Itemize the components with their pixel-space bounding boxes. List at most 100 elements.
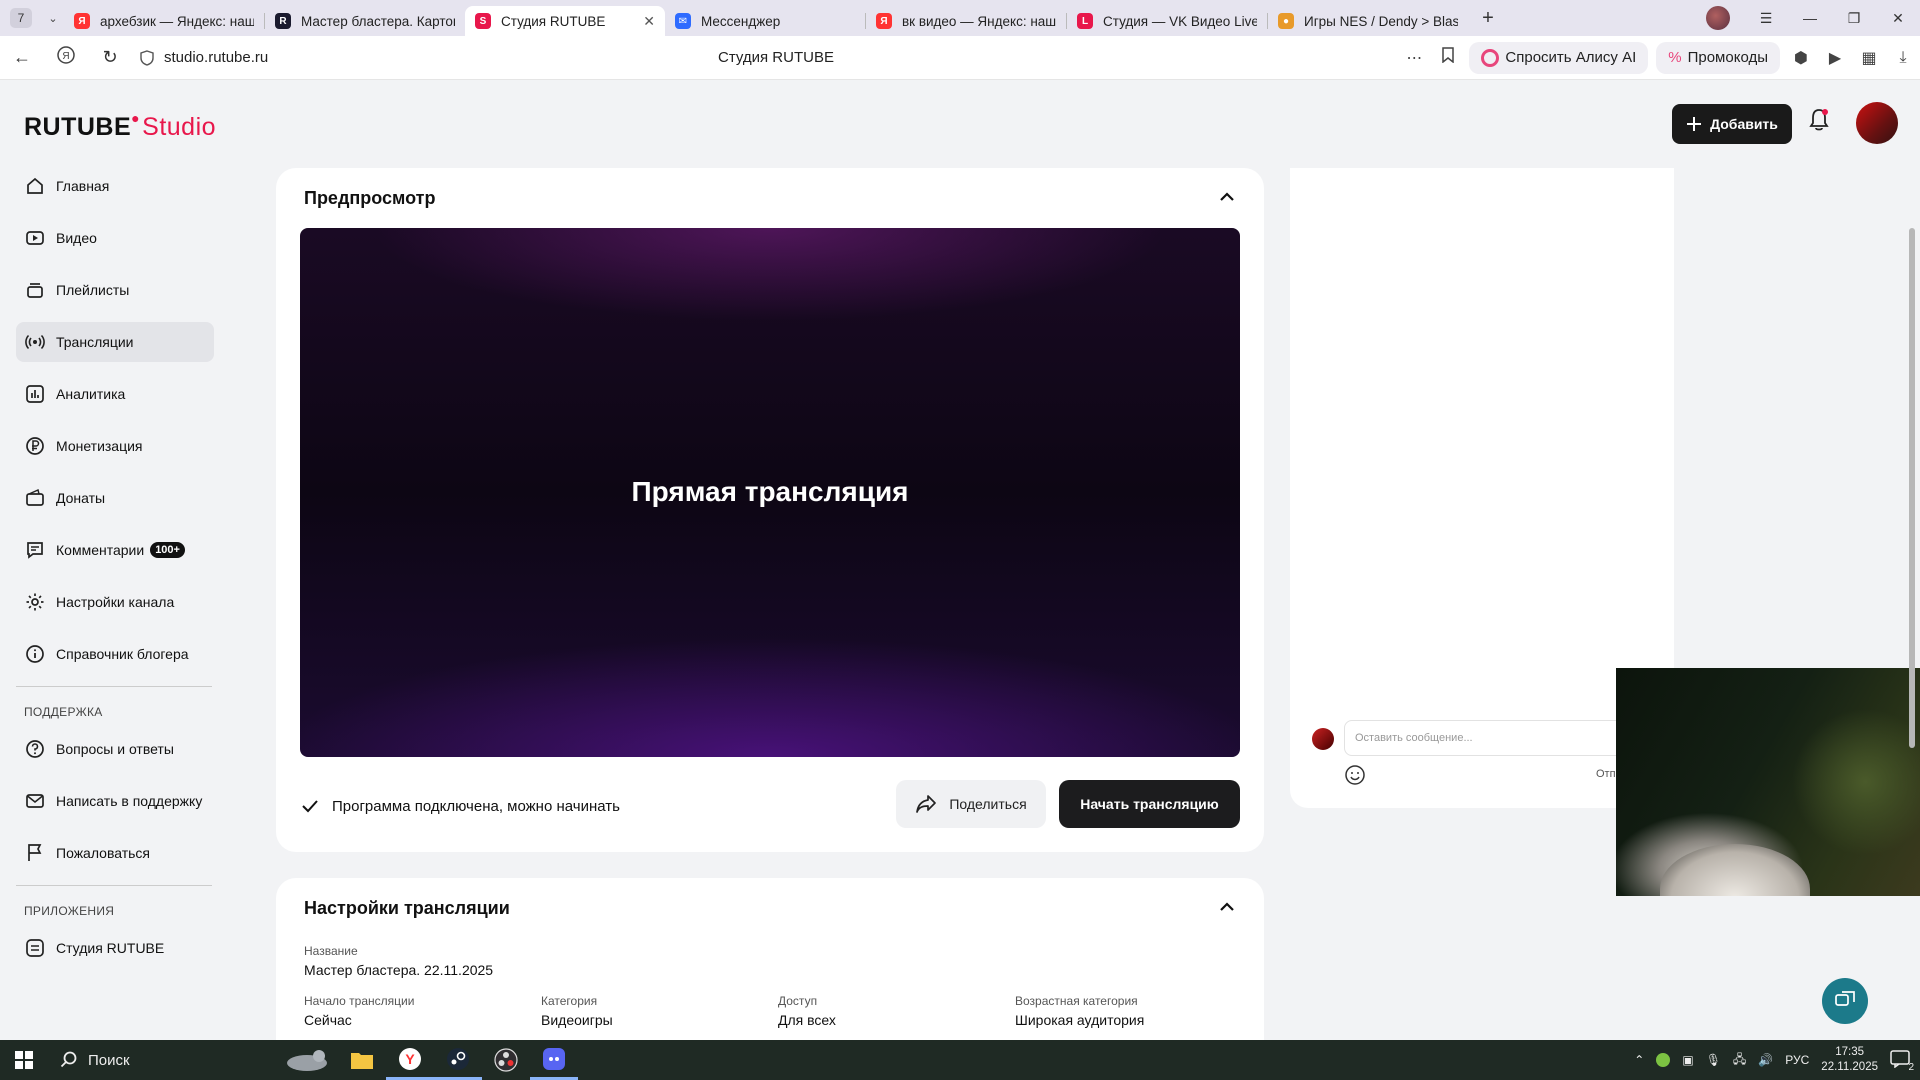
sidebar-item-broadcasts[interactable]: Трансляции	[16, 322, 214, 362]
sidebar-item-home[interactable]: Главная	[16, 166, 214, 206]
shield-icon	[140, 49, 154, 66]
notifications-bell-icon[interactable]	[1808, 108, 1830, 138]
tabs-dropdown-icon[interactable]: ⌄	[42, 12, 64, 25]
browser-profile-avatar[interactable]	[1706, 6, 1730, 30]
sidebar-item-video[interactable]: Видео	[16, 218, 214, 258]
tray-expand-icon[interactable]: ⌃	[1634, 1053, 1644, 1067]
preview-title: Предпросмотр	[304, 188, 436, 208]
close-window-icon[interactable]: ✕	[1876, 10, 1920, 27]
discord-icon[interactable]	[530, 1040, 578, 1080]
browser-tab[interactable]: Я вк видео — Яндекс: наш	[866, 6, 1066, 36]
sidebar-item-analytics[interactable]: Аналитика	[16, 374, 214, 414]
collapse-chevron-up-icon[interactable]	[1218, 188, 1236, 206]
sidebar-item-report[interactable]: Пожаловаться	[16, 833, 214, 873]
ask-alisa-button[interactable]: Спросить Алису AI	[1469, 41, 1649, 74]
restore-icon[interactable]: ❐	[1832, 10, 1876, 27]
window-controls: ☰ — ❐ ✕	[1706, 0, 1920, 36]
sidebar-item-studio-app[interactable]: Студия RUTUBE	[16, 928, 214, 968]
system-tray: ⌃ ▣ 🎙 🖧 🔊 РУС 17:35 22.11.2025 2	[1634, 1040, 1920, 1080]
send-button[interactable]: Отп	[1596, 768, 1616, 780]
camera-tray-icon[interactable]: ▣	[1682, 1053, 1693, 1067]
yandex-home-icon[interactable]: Я	[44, 46, 88, 69]
close-tab-icon[interactable]: ✕	[643, 13, 655, 30]
sidebar-item-channel-settings[interactable]: Настройки канала	[16, 582, 214, 622]
svg-text:Y: Y	[405, 1051, 415, 1067]
sidebar-item-comments[interactable]: Комментарии 100+	[16, 530, 214, 570]
more-options-icon[interactable]: ⋯	[1397, 48, 1431, 68]
webcam-overlay	[1616, 668, 1920, 896]
taskbar-search[interactable]: Поиск	[48, 1040, 268, 1080]
collapse-chevron-up-icon[interactable]	[1218, 898, 1236, 916]
browser-tab[interactable]: Я архебзик — Яндекс: наш	[64, 6, 264, 36]
tray-app-icon[interactable]	[1656, 1053, 1671, 1067]
media-play-icon[interactable]: ▶	[1818, 48, 1852, 68]
share-label: Поделиться	[949, 796, 1027, 812]
access-value[interactable]: Для всех	[778, 1012, 836, 1028]
start-broadcast-button[interactable]: Начать трансляцию	[1059, 780, 1240, 828]
tab-count-button[interactable]: 7	[10, 8, 32, 28]
sidebar-item-contact-support[interactable]: Написать в поддержку	[16, 781, 214, 821]
sidebar-item-playlists[interactable]: Плейлисты	[16, 270, 214, 310]
browser-tab[interactable]: R Мастер бластера. Картон	[265, 6, 465, 36]
url-field[interactable]: studio.rutube.ru	[140, 49, 268, 66]
name-field-label: Название	[304, 944, 358, 958]
windows-start-icon[interactable]	[0, 1050, 48, 1070]
sidebar-item-monetization[interactable]: Монетизация	[16, 426, 214, 466]
user-avatar[interactable]	[1856, 102, 1898, 144]
age-rating-value[interactable]: Широкая аудитория	[1015, 1012, 1144, 1028]
language-indicator[interactable]: РУС	[1785, 1053, 1809, 1067]
promo-label: Промокоды	[1687, 49, 1768, 66]
share-icon	[916, 795, 937, 813]
taskbar-widget-icon[interactable]	[268, 1040, 338, 1080]
menu-icon[interactable]: ☰	[1744, 10, 1788, 27]
steam-icon[interactable]	[434, 1040, 482, 1080]
promocodes-button[interactable]: % Промокоды	[1656, 41, 1780, 74]
yandex-browser-icon[interactable]: Y	[386, 1040, 434, 1080]
tab-title: архебзик — Яндекс: наш	[100, 13, 254, 29]
obs-icon[interactable]	[482, 1040, 530, 1080]
category-value[interactable]: Видеоигры	[541, 1012, 613, 1028]
volume-icon[interactable]: 🔊	[1758, 1053, 1773, 1067]
clock-time: 17:35	[1835, 1046, 1865, 1058]
sidebar-item-label: Написать в поддержку	[56, 793, 203, 809]
tab-title: Студия — VK Видео Live	[1103, 13, 1257, 29]
collections-icon[interactable]: ▦	[1852, 48, 1886, 68]
flag-icon	[24, 842, 46, 864]
minimize-icon[interactable]: —	[1788, 10, 1832, 26]
file-explorer-icon[interactable]	[338, 1040, 386, 1080]
new-tab-button[interactable]: +	[1474, 7, 1502, 30]
game-favicon-icon: ●	[1278, 13, 1294, 29]
chat-bubbles-icon	[1835, 991, 1855, 1006]
sidebar-item-faq[interactable]: Вопросы и ответы	[16, 729, 214, 769]
clock[interactable]: 17:35 22.11.2025	[1821, 1045, 1878, 1075]
network-icon[interactable]: 🖧	[1733, 1050, 1746, 1071]
extension-icon[interactable]: ⬢	[1784, 48, 1818, 68]
svg-text:Я: Я	[62, 51, 69, 62]
reload-icon[interactable]: ↻	[88, 47, 132, 68]
emoji-icon[interactable]	[1344, 764, 1366, 786]
page-scrollbar[interactable]	[1908, 168, 1916, 1038]
back-icon[interactable]: ←	[0, 47, 44, 68]
notifications-icon[interactable]: 2	[1890, 1049, 1914, 1073]
browser-tab[interactable]: ● Игры NES / Dendy > Blast	[1268, 6, 1468, 36]
checkmark-icon	[302, 800, 318, 813]
search-icon	[60, 1051, 77, 1068]
browser-tab[interactable]: L Студия — VK Видео Live	[1067, 6, 1267, 36]
search-label: Поиск	[88, 1051, 130, 1069]
page-title-in-bar: Студия RUTUBE	[718, 49, 834, 66]
download-icon[interactable]: ⤓	[1886, 49, 1920, 67]
sidebar-item-blogger-guide[interactable]: Справочник блогера	[16, 634, 214, 674]
video-player-preview[interactable]: Прямая трансляция	[300, 228, 1240, 757]
name-field-value[interactable]: Мастер бластера. 22.11.2025	[304, 962, 493, 978]
browser-tab[interactable]: ✉ Мессенджер	[665, 6, 865, 36]
bookmark-icon[interactable]	[1431, 47, 1465, 68]
start-time-value[interactable]: Сейчас	[304, 1012, 352, 1028]
add-button[interactable]: Добавить	[1672, 104, 1792, 144]
share-button[interactable]: Поделиться	[896, 780, 1046, 828]
microphone-icon[interactable]: 🎙	[1706, 1053, 1721, 1067]
sidebar-item-donations[interactable]: Донаты	[16, 478, 214, 518]
support-chat-button[interactable]	[1822, 978, 1868, 1024]
browser-tab-active[interactable]: S Студия RUTUBE ✕	[465, 6, 665, 36]
studio-favicon-icon: S	[475, 13, 491, 29]
rutube-studio-logo[interactable]: RUTUBE ● Studio	[24, 110, 216, 142]
